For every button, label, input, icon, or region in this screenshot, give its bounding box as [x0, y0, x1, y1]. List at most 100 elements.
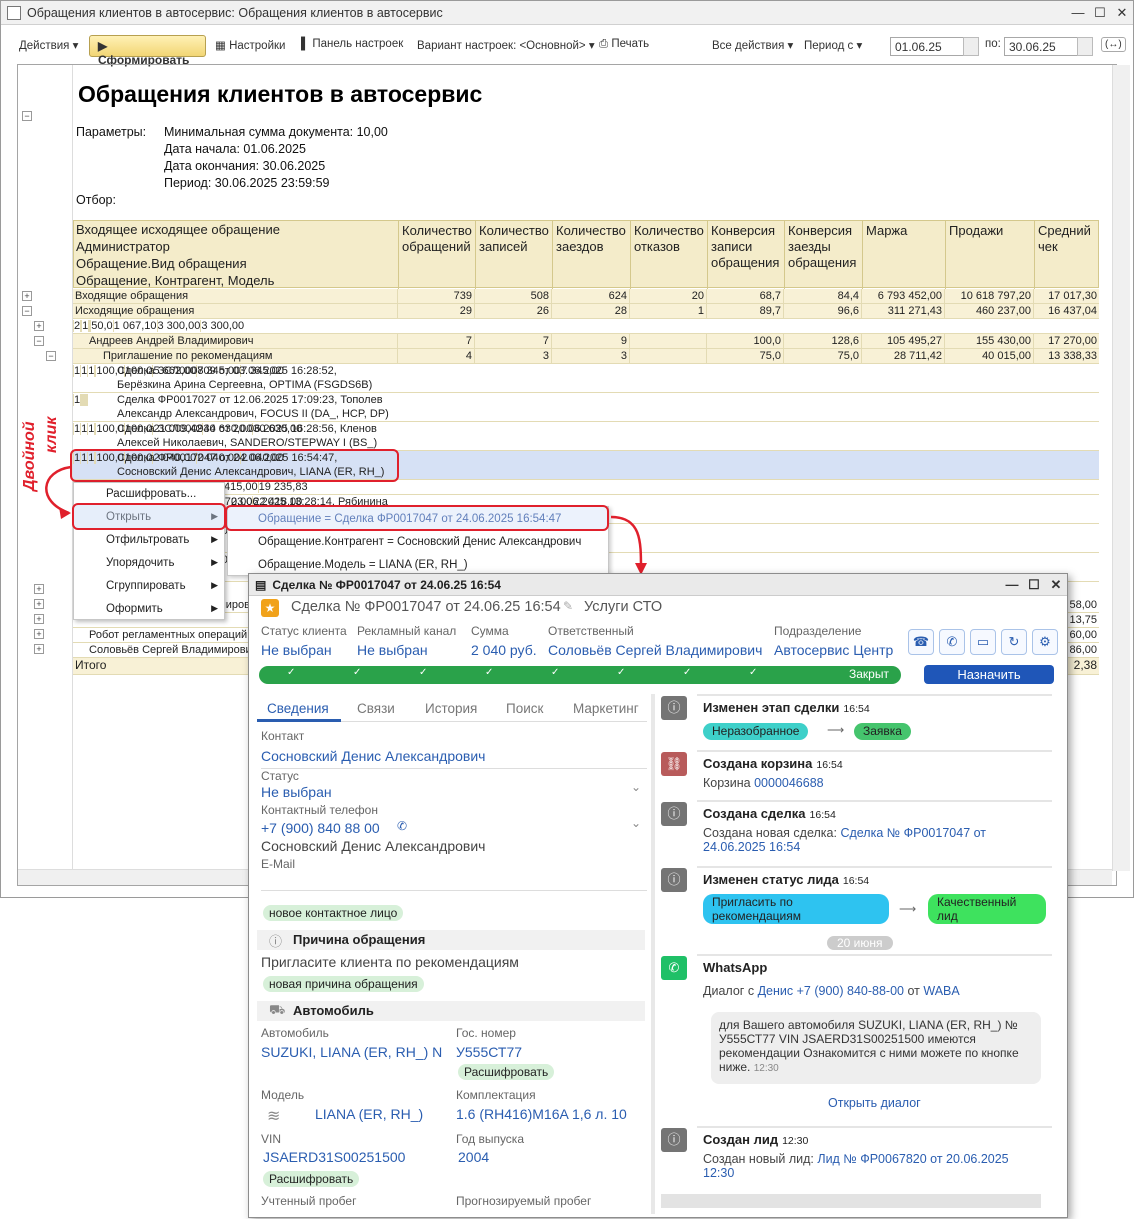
- collapse-icon[interactable]: −: [46, 351, 56, 361]
- car-section[interactable]: ⛟ Автомобиль: [257, 1001, 645, 1021]
- trim-value[interactable]: 1.6 (RH416)M16A 1,6 л. 10: [456, 1106, 627, 1122]
- decode-plate-chip[interactable]: Расшифровать: [458, 1064, 555, 1080]
- wa-name-link[interactable]: Денис: [758, 984, 794, 998]
- collapse-header-icon[interactable]: −: [22, 111, 32, 121]
- event-lead-status: Изменен статус лида 16:54 Пригласить по р…: [697, 866, 1052, 932]
- chevron-right-icon: ▶: [211, 557, 218, 567]
- collapse-icon[interactable]: −: [34, 336, 44, 346]
- responsible-value[interactable]: Соловьёв Сергей Владимирович: [548, 642, 762, 658]
- phone-icon[interactable]: ✆: [397, 819, 407, 833]
- star-icon[interactable]: ★: [261, 599, 279, 617]
- col-header-avg-check: Средний чек: [1034, 221, 1100, 289]
- table-row[interactable]: Входящие обращения 739 508 624 20 68,7 84,4 6 7…: [73, 289, 1099, 304]
- panel-button[interactable]: ▌ Панель настроек: [301, 38, 403, 50]
- tab-search[interactable]: Поиск: [506, 701, 543, 716]
- menu-item-group[interactable]: Сгруппировать: [106, 580, 186, 592]
- panel-scrollbar[interactable]: [651, 694, 655, 1214]
- wa-phone-link[interactable]: +7 (900) 840-88-00: [797, 984, 904, 998]
- edit-icon[interactable]: ✎: [563, 599, 573, 613]
- timeline-scrollbar[interactable]: [661, 1194, 1041, 1208]
- menu-item-decode[interactable]: Расшифровать...: [106, 488, 196, 500]
- client-status-value[interactable]: Не выбран: [261, 642, 332, 658]
- settings-button[interactable]: ▦ Настройки: [215, 38, 285, 52]
- panel-icon: ▌: [301, 38, 313, 50]
- wa-channel-link[interactable]: WABA: [923, 984, 959, 998]
- car-value[interactable]: SUZUKI, LIANA (ER, RH_) N: [261, 1044, 442, 1060]
- row-cell: 4: [397, 349, 474, 364]
- all-actions-menu[interactable]: Все действия ▾: [712, 38, 793, 52]
- generate-button[interactable]: ▶ Сформировать: [89, 35, 206, 67]
- new-contact-chip[interactable]: новое контактное лицо: [263, 905, 404, 921]
- expand-icon[interactable]: +: [34, 629, 44, 639]
- sum-value[interactable]: 2 040 руб.: [471, 642, 537, 658]
- expand-icon[interactable]: +: [22, 291, 32, 301]
- message-icon[interactable]: ▭: [970, 629, 996, 655]
- phone-value[interactable]: +7 (900) 840 88 00: [261, 820, 380, 836]
- table-row[interactable]: Приглашение по рекомендациям 4 3 3 75,0 75,0 2…: [73, 349, 1099, 364]
- period-menu[interactable]: Период с ▾: [804, 38, 862, 52]
- annotation-click: клик: [43, 416, 60, 453]
- submenu-item-model[interactable]: Обращение.Модель = LIANA (ER, RH_): [258, 559, 468, 571]
- expand-icon[interactable]: +: [34, 614, 44, 624]
- reason-section[interactable]: ⓘ Причина обращения: [257, 930, 645, 950]
- refresh-icon[interactable]: ↻: [1001, 629, 1027, 655]
- menu-item-format[interactable]: Оформить: [106, 603, 163, 615]
- chevron-down-icon[interactable]: ⌄: [631, 780, 641, 794]
- collapse-icon[interactable]: −: [22, 306, 32, 316]
- stage-from-pill: Неразобранное: [703, 723, 809, 740]
- table-row[interactable]: Андреев Андрей Владимирович 7 7 9 100,0 128,6…: [73, 334, 1099, 349]
- menu-item-filter[interactable]: Отфильтровать: [106, 534, 189, 546]
- reason-value[interactable]: Пригласите клиента по рекомендациям: [261, 954, 519, 970]
- table-row[interactable]: 2 1 50,01 067,103 300,003 300,00: [73, 319, 1099, 334]
- chevron-down-icon[interactable]: ⌄: [631, 816, 641, 830]
- decode-vin-chip[interactable]: Расшифровать: [263, 1171, 360, 1187]
- vin-value[interactable]: JSAERD31S00251500: [263, 1149, 405, 1165]
- vertical-scrollbar[interactable]: [1112, 65, 1130, 871]
- actions-menu[interactable]: Действия ▾: [19, 38, 78, 52]
- deal-maximize-button[interactable]: ☐: [1023, 577, 1045, 593]
- expand-icon[interactable]: +: [34, 644, 44, 654]
- contact-value[interactable]: Сосновский Денис Александрович: [261, 748, 485, 764]
- event-title: Изменен статус лида 16:54: [703, 872, 870, 887]
- expand-icon[interactable]: +: [34, 584, 44, 594]
- tab-info[interactable]: Сведения: [267, 701, 329, 716]
- menu-item-sort[interactable]: Упорядочить: [106, 557, 174, 569]
- new-reason-chip[interactable]: новая причина обращения: [263, 976, 424, 992]
- assign-button[interactable]: Назначить: [924, 665, 1054, 684]
- printer-icon: ⎙: [599, 38, 612, 50]
- deal-minimize-button[interactable]: —: [1001, 577, 1023, 592]
- call-transfer-icon[interactable]: ☎: [908, 629, 934, 655]
- open-dialog-link[interactable]: Открыть диалог: [828, 1096, 921, 1110]
- department-value[interactable]: Автосервис Центр: [774, 642, 893, 658]
- minimize-button[interactable]: —: [1067, 5, 1089, 20]
- variant-menu[interactable]: Вариант настроек: <Основной> ▾: [417, 38, 595, 52]
- expand-icon[interactable]: +: [34, 321, 44, 331]
- ad-channel-value[interactable]: Не выбран: [357, 642, 428, 658]
- table-row[interactable]: Сделка ЗСЛ000944 от 20.06.2025 16:28:56,…: [73, 422, 1099, 451]
- maximize-button[interactable]: ☐: [1089, 5, 1111, 21]
- date-from-input[interactable]: 01.06.25: [890, 37, 968, 56]
- tab-history[interactable]: История: [425, 701, 477, 716]
- year-value[interactable]: 2004: [458, 1149, 489, 1165]
- table-row[interactable]: Сделка ЗСЛ000809 от 03.06.2025 16:28:52,…: [73, 364, 1099, 393]
- model-value[interactable]: LIANA (ER, RH_): [315, 1106, 423, 1122]
- deal-close-button[interactable]: ✕: [1045, 577, 1067, 593]
- table-row[interactable]: Сделка ФР0017027 от 12.06.2025 17:09:23,…: [73, 393, 1099, 422]
- date-to-input[interactable]: 30.06.25: [1004, 37, 1082, 56]
- print-button[interactable]: ⎙ Печать: [599, 38, 649, 51]
- status-value[interactable]: Не выбран: [261, 784, 332, 800]
- stage-progress[interactable]: ✓ ✓ ✓ ✓ ✓ ✓ ✓ ✓ Закрыт: [259, 666, 901, 684]
- gear-icon[interactable]: ⚙: [1032, 629, 1058, 655]
- expand-icon[interactable]: +: [34, 599, 44, 609]
- plate-value[interactable]: У555СТ77: [456, 1044, 522, 1060]
- calendar-from-icon[interactable]: [963, 37, 979, 56]
- close-button[interactable]: ✕: [1111, 5, 1133, 21]
- table-row[interactable]: 346133,3200,076 783,85115 415,0019 235,8…: [73, 480, 1099, 495]
- tab-marketing[interactable]: Маркетинг: [573, 701, 639, 716]
- period-nav-button[interactable]: (↔): [1101, 37, 1126, 52]
- submenu-item-contractor[interactable]: Обращение.Контрагент = Сосновский Денис …: [258, 536, 581, 548]
- phone-icon[interactable]: ✆: [939, 629, 965, 655]
- table-row[interactable]: Исходящие обращения 29 26 28 1 89,7 96,6 311 27…: [73, 304, 1099, 319]
- calendar-to-icon[interactable]: [1077, 37, 1093, 56]
- tab-links[interactable]: Связи: [357, 701, 395, 716]
